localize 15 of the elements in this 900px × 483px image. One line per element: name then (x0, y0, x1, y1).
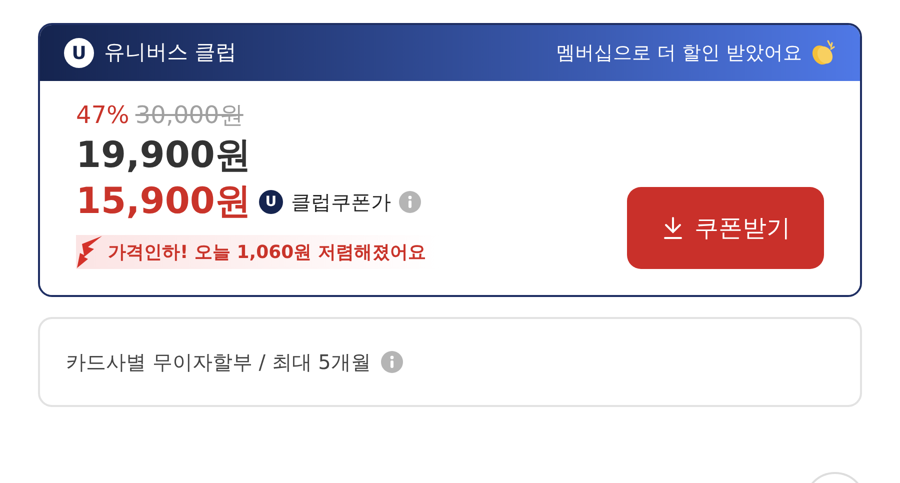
info-icon[interactable] (380, 351, 403, 373)
club-badge: U (258, 190, 283, 214)
info-icon[interactable] (398, 191, 421, 213)
installment-box[interactable]: 카드사별 무이자할부 / 최대 5개월 (38, 317, 862, 407)
membership-tagline: 멤버십으로 더 할인 받았어요 (556, 40, 802, 66)
sale-price: 19,900원 (76, 134, 252, 178)
installment-text: 카드사별 무이자할부 / 최대 5개월 (66, 349, 371, 376)
price-drop-notice: 가격인하! 오늘 1,060원 저렴해졌어요 (108, 240, 426, 264)
coupon-price-label: 클럽쿠폰가 (290, 189, 391, 216)
coupon-download-button[interactable]: 쿠폰받기 (627, 187, 824, 269)
logo-badge: U (64, 38, 94, 68)
coupon-price: 15,900원 (76, 180, 251, 224)
club-title: 유니버스 클럽 (104, 39, 237, 66)
discount-rate: 47% (76, 100, 130, 131)
original-price: 30,000원 (135, 100, 244, 131)
